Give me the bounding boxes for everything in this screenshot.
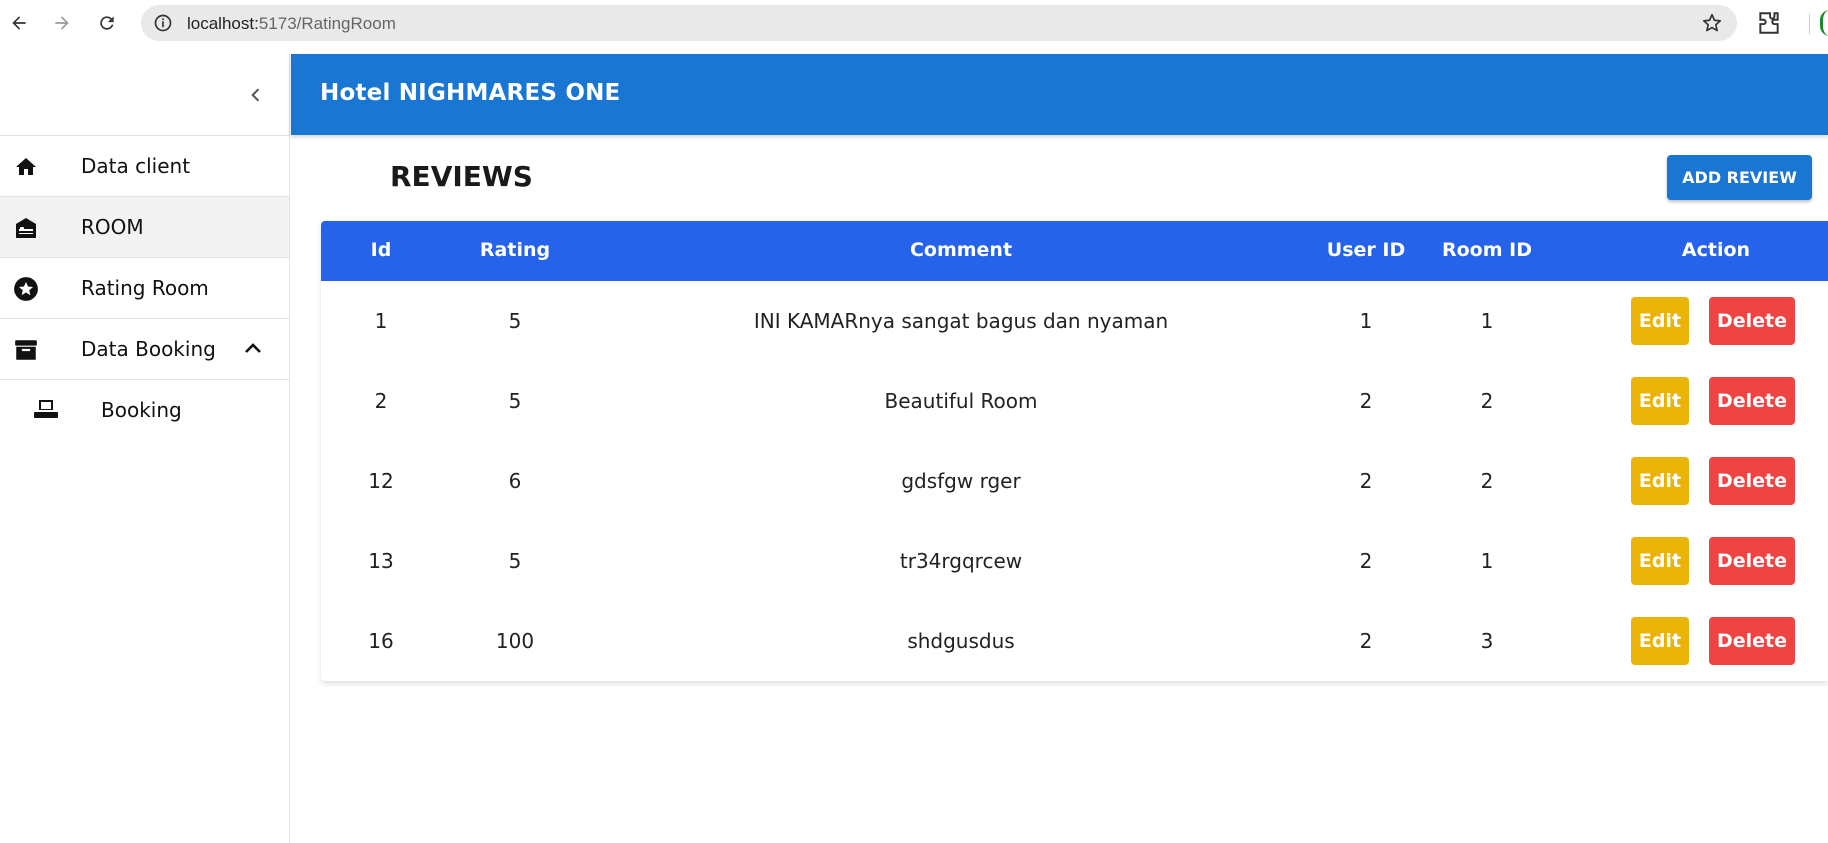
collapse-sidebar-button[interactable] xyxy=(241,80,271,110)
column-header-action: Action xyxy=(1681,239,1751,261)
column-header-comment: Comment xyxy=(909,239,1013,261)
table-row: 1 5 INI KAMARnya sangat bagus dan nyaman… xyxy=(321,281,1828,361)
cell-rating: 100 xyxy=(495,629,535,653)
app-title: Hotel NIGHMARES ONE xyxy=(320,80,621,106)
app-header: Hotel NIGHMARES ONE xyxy=(291,54,1828,135)
cell-id: 2 xyxy=(374,389,388,413)
cell-id: 16 xyxy=(368,629,394,653)
url-path: 5173/RatingRoom xyxy=(258,14,396,33)
delete-button[interactable]: Delete xyxy=(1709,537,1795,585)
cell-comment: gdsfgw rger xyxy=(901,469,1021,493)
cell-rating: 5 xyxy=(508,549,522,573)
table-row: 16 100 shdgusdus 2 3 Edit Delete xyxy=(321,601,1828,681)
sidebar-item-rating-room[interactable]: Rating Room xyxy=(0,258,289,319)
table-row: 2 5 Beautiful Room 2 2 Edit Delete xyxy=(321,361,1828,441)
cell-comment: Beautiful Room xyxy=(884,389,1038,413)
edit-button[interactable]: Edit xyxy=(1631,537,1689,585)
address-bar[interactable]: localhost:5173/RatingRoom xyxy=(141,5,1737,41)
cell-user-id: 2 xyxy=(1359,629,1373,653)
sidebar-item-label: Data Booking xyxy=(81,337,216,361)
star-circle-icon xyxy=(12,276,40,302)
home-icon xyxy=(12,154,40,180)
cell-rating: 6 xyxy=(508,469,522,493)
cell-user-id: 2 xyxy=(1359,389,1373,413)
back-icon[interactable] xyxy=(4,8,34,38)
sidebar-item-room[interactable]: ROOM xyxy=(0,197,289,258)
sidebar-item-label: Data client xyxy=(81,154,191,178)
chevron-left-icon xyxy=(251,88,260,102)
cell-comment: INI KAMARnya sangat bagus dan nyaman xyxy=(753,309,1169,333)
edit-button[interactable]: Edit xyxy=(1631,457,1689,505)
cell-room-id: 2 xyxy=(1480,389,1494,413)
archive-icon xyxy=(12,337,40,363)
table-row: 13 5 tr34rgqrcew 2 1 Edit Delete xyxy=(321,521,1828,601)
sidebar-item-data-client[interactable]: Data client xyxy=(0,136,289,197)
profile-avatar[interactable] xyxy=(1820,10,1828,36)
sidebar-item-label: Rating Room xyxy=(81,276,209,300)
table-row: 12 6 gdsfgw rger 2 2 Edit Delete xyxy=(321,441,1828,521)
cell-room-id: 1 xyxy=(1480,309,1494,333)
column-header-id: Id xyxy=(370,239,392,261)
sidebar-header xyxy=(0,54,289,136)
column-header-room-id: Room ID xyxy=(1442,239,1532,261)
edit-button[interactable]: Edit xyxy=(1631,617,1689,665)
cell-rating: 5 xyxy=(508,389,522,413)
delete-button[interactable]: Delete xyxy=(1709,617,1795,665)
cell-id: 1 xyxy=(374,309,388,333)
page-title: REVIEWS xyxy=(390,160,533,193)
column-header-rating: Rating xyxy=(479,239,551,261)
browser-toolbar: localhost:5173/RatingRoom xyxy=(0,0,1828,46)
sidebar-item-data-booking[interactable]: Data Booking xyxy=(0,319,289,380)
add-review-button[interactable]: ADD REVIEW xyxy=(1667,155,1812,200)
chevron-up-icon[interactable] xyxy=(241,337,265,361)
site-info-icon[interactable] xyxy=(153,13,173,33)
cell-user-id: 2 xyxy=(1359,549,1373,573)
sidebar-item-label: ROOM xyxy=(81,215,144,239)
cell-comment: tr34rgqrcew xyxy=(899,549,1023,573)
edit-button[interactable]: Edit xyxy=(1631,297,1689,345)
cell-id: 12 xyxy=(368,469,394,493)
cell-comment: shdgusdus xyxy=(907,629,1015,653)
sidebar-subitem-booking[interactable]: Booking xyxy=(0,380,289,440)
cell-room-id: 1 xyxy=(1480,549,1494,573)
extensions-icon[interactable] xyxy=(1756,10,1782,36)
cell-room-id: 3 xyxy=(1480,629,1494,653)
cell-user-id: 2 xyxy=(1359,469,1373,493)
reviews-table: Id Rating Comment User ID Room ID Action… xyxy=(321,221,1828,681)
reload-icon[interactable] xyxy=(92,8,122,38)
delete-button[interactable]: Delete xyxy=(1709,297,1795,345)
forward-icon[interactable] xyxy=(47,8,77,38)
table-header: Id Rating Comment User ID Room ID Action xyxy=(321,221,1828,281)
delete-button[interactable]: Delete xyxy=(1709,377,1795,425)
cell-room-id: 2 xyxy=(1480,469,1494,493)
edit-button[interactable]: Edit xyxy=(1631,377,1689,425)
column-header-user-id: User ID xyxy=(1326,239,1406,261)
cell-user-id: 1 xyxy=(1359,309,1373,333)
url-host: localhost: xyxy=(187,14,259,33)
cell-rating: 5 xyxy=(508,309,522,333)
url-text[interactable]: localhost:5173/RatingRoom xyxy=(187,14,396,34)
sidebar-subitem-label: Booking xyxy=(101,398,182,422)
printer-icon xyxy=(31,398,61,422)
toolbar-divider xyxy=(1809,14,1810,34)
sidebar: Data client ROOM Rating Room Data Bookin… xyxy=(0,54,290,843)
cell-id: 13 xyxy=(368,549,394,573)
bookmark-star-icon[interactable] xyxy=(1701,12,1723,34)
delete-button[interactable]: Delete xyxy=(1709,457,1795,505)
hotel-icon xyxy=(12,215,40,241)
